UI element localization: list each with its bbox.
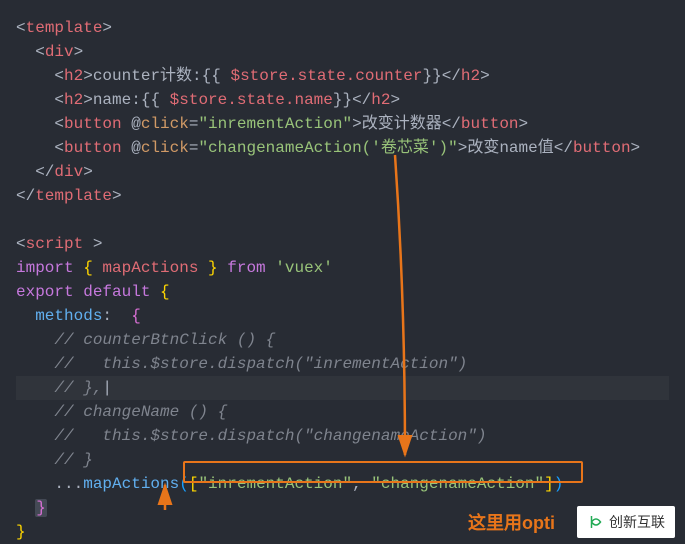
code-line [16,208,669,232]
code-line: </div> [16,160,669,184]
code-line: // counterBtnClick () { [16,328,669,352]
code-line: methods: { [16,304,669,328]
code-line: <template> [16,16,669,40]
code-line: import { mapActions } from 'vuex' [16,256,669,280]
code-line: </template> [16,184,669,208]
cursor: | [102,376,112,400]
code-line: } [16,496,669,520]
code-line: <button @click="changenameAction('卷芯菜')"… [16,136,669,160]
logo-icon [587,513,605,531]
code-line-active: // },| [16,376,669,400]
code-line: // this.$store.dispatch("changenameActio… [16,424,669,448]
code-line: // changeName () { [16,400,669,424]
code-line: <div> [16,40,669,64]
code-line: <h2>name:{{ $store.state.name}}</h2> [16,88,669,112]
watermark-text: 创新互联 [609,510,665,534]
code-line: } [16,520,669,544]
annotation-text: 这里用opti [468,511,555,535]
code-line: <h2>counter计数:{{ $store.state.counter}}<… [16,64,669,88]
code-line: // this.$store.dispatch("inrementAction"… [16,352,669,376]
code-line: <script > [16,232,669,256]
annotation-box [183,461,583,483]
code-line: <button @click="inrementAction">改变计数器</b… [16,112,669,136]
code-line: export default { [16,280,669,304]
watermark: 创新互联 [577,506,675,538]
